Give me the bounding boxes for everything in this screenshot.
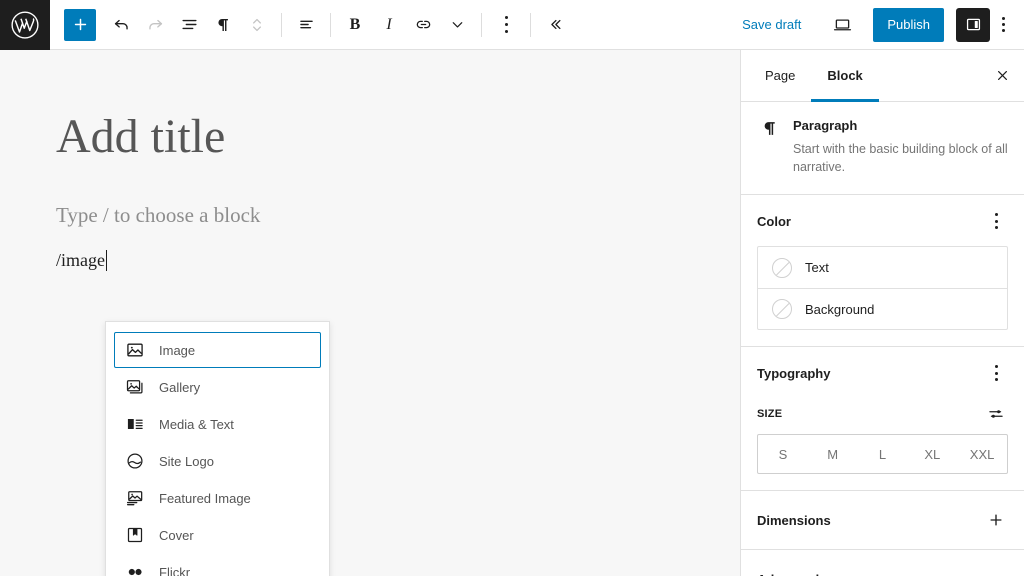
bold-button[interactable]: B	[338, 8, 372, 42]
wordpress-block-editor: B I	[0, 0, 1024, 576]
plus-icon[interactable]	[984, 508, 1008, 532]
inserter-item-image[interactable]: Image	[114, 332, 321, 368]
typography-section-header: Typography	[741, 347, 1024, 398]
italic-label: I	[386, 16, 391, 34]
color-options-group: Text Background	[757, 246, 1008, 330]
color-row-text[interactable]: Text	[758, 247, 1007, 288]
block-placeholder-text[interactable]: Type / to choose a block	[56, 203, 260, 228]
toolbar-divider	[481, 13, 482, 37]
list-view-button[interactable]	[172, 8, 206, 42]
redo-button[interactable]	[138, 8, 172, 42]
flickr-icon	[124, 561, 146, 576]
post-title-input[interactable]: Add title	[56, 113, 225, 161]
inserter-item-label: Cover	[159, 528, 194, 543]
sidebar-tabs: Page Block	[741, 50, 1024, 102]
publish-button[interactable]: Publish	[873, 8, 944, 42]
inserter-item-label: Featured Image	[159, 491, 251, 506]
typography-section-title: Typography	[757, 366, 830, 381]
color-row-background[interactable]: Background	[758, 288, 1007, 329]
inserter-item-media-text[interactable]: Media & Text	[114, 406, 321, 442]
block-options-vertical-dots-icon[interactable]	[489, 8, 523, 42]
toolbar-right-group: Save draft Publish	[742, 0, 1024, 50]
dimensions-section[interactable]: Dimensions	[741, 491, 1024, 549]
inserter-item-label: Media & Text	[159, 417, 234, 432]
advanced-title: Advanced	[757, 572, 819, 576]
inserter-item-label: Gallery	[159, 380, 200, 395]
inserter-item-site-logo[interactable]: Site Logo	[114, 443, 321, 479]
settings-sidebar-panel-icon[interactable]	[956, 8, 990, 42]
color-row-label: Background	[805, 302, 874, 317]
inserter-item-label: Site Logo	[159, 454, 214, 469]
italic-button[interactable]: I	[372, 8, 406, 42]
advanced-section[interactable]: Advanced	[741, 550, 1024, 576]
font-size-toggle-group: S M L XL XXL	[757, 434, 1008, 474]
block-card-description: Start with the basic building block of a…	[793, 140, 1008, 176]
font-size-label: SIZE	[757, 408, 782, 420]
typography-options-vertical-dots-icon[interactable]	[984, 361, 1008, 385]
color-section-header: Color	[741, 195, 1024, 246]
font-size-m[interactable]: M	[808, 435, 858, 473]
slash-inserter-popover: Image Gallery	[105, 321, 330, 576]
editor-top-toolbar: B I	[0, 0, 1024, 50]
collapse-double-chevron-left-icon[interactable]	[538, 8, 572, 42]
move-up-down-button[interactable]	[240, 8, 274, 42]
settings-sidebar: Page Block Paragraph Start with the basi…	[740, 50, 1024, 576]
add-block-button[interactable]	[64, 9, 96, 41]
save-draft-button[interactable]: Save draft	[742, 17, 801, 32]
featured-image-icon	[124, 487, 146, 509]
editor-canvas: Add title Type / to choose a block /imag…	[0, 50, 740, 576]
typed-slash-command: /image	[56, 250, 105, 271]
bold-label: B	[350, 16, 361, 34]
dimensions-title: Dimensions	[757, 513, 831, 528]
no-color-circle-icon	[772, 299, 792, 319]
more-formats-chevron-down-icon[interactable]	[440, 8, 474, 42]
inserter-item-label: Image	[159, 343, 195, 358]
color-options-vertical-dots-icon[interactable]	[984, 209, 1008, 233]
media-text-icon	[124, 413, 146, 435]
color-section-title: Color	[757, 214, 791, 229]
color-row-label: Text	[805, 260, 829, 275]
block-card-title: Paragraph	[793, 118, 1008, 133]
undo-button[interactable]	[104, 8, 138, 42]
site-logo-icon	[124, 450, 146, 472]
toolbar-left-group: B I	[50, 0, 572, 50]
toolbar-divider	[530, 13, 531, 37]
inserter-item-label: Flickr	[159, 565, 190, 576]
toolbar-divider	[281, 13, 282, 37]
chevron-down-icon[interactable]	[984, 567, 1008, 576]
paragraph-pilcrow-icon[interactable]	[206, 8, 240, 42]
toolbar-divider	[330, 13, 331, 37]
align-text-button[interactable]	[289, 8, 323, 42]
close-x-icon[interactable]	[980, 50, 1024, 101]
link-icon[interactable]	[406, 8, 440, 42]
tab-page[interactable]: Page	[749, 50, 811, 101]
gallery-icon	[124, 376, 146, 398]
font-size-header: SIZE	[741, 398, 1024, 434]
paragraph-pilcrow-icon	[757, 118, 781, 176]
font-size-l[interactable]: L	[858, 435, 908, 473]
laptop-preview-icon[interactable]	[825, 8, 859, 42]
sliders-icon[interactable]	[984, 402, 1008, 426]
editor-options-vertical-dots-icon[interactable]	[990, 8, 1016, 42]
font-size-s[interactable]: S	[758, 435, 808, 473]
inserter-item-cover[interactable]: Cover	[114, 517, 321, 553]
tab-block[interactable]: Block	[811, 50, 878, 101]
no-color-circle-icon	[772, 258, 792, 278]
font-size-xl[interactable]: XL	[907, 435, 957, 473]
wordpress-logo-icon[interactable]	[0, 0, 50, 50]
active-paragraph-block[interactable]: /image	[56, 250, 107, 271]
cover-icon	[124, 524, 146, 546]
block-info-card: Paragraph Start with the basic building …	[741, 102, 1024, 195]
font-size-xxl[interactable]: XXL	[957, 435, 1007, 473]
inserter-item-featured-image[interactable]: Featured Image	[114, 480, 321, 516]
text-cursor	[106, 250, 108, 271]
inserter-item-flickr[interactable]: Flickr	[114, 554, 321, 576]
inserter-item-gallery[interactable]: Gallery	[114, 369, 321, 405]
image-icon	[124, 339, 146, 361]
